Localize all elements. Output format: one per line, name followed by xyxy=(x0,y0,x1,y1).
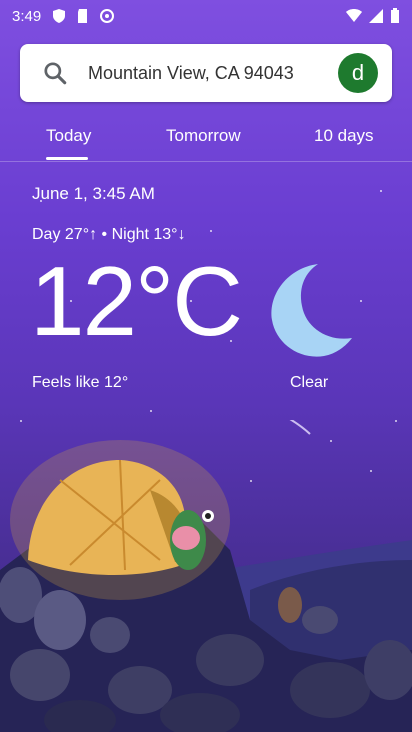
day-night-temps: Day 27°↑ • Night 13°↓ xyxy=(32,226,186,243)
tab-tomorrow[interactable]: Tomorrow xyxy=(140,110,280,162)
status-bar: 3:49 xyxy=(0,0,412,32)
battery-icon xyxy=(391,8,399,23)
status-time: 3:49 xyxy=(12,7,42,25)
feels-like: Feels like 12° xyxy=(32,374,129,391)
wifi-icon xyxy=(346,9,362,22)
account-avatar[interactable]: d xyxy=(338,53,378,93)
sync-icon xyxy=(100,9,115,23)
shield-icon xyxy=(53,9,66,23)
forecast-date: June 1, 3:45 AM xyxy=(32,184,155,203)
night-camping-illustration xyxy=(0,420,412,732)
tab-10-days-label: 10 days xyxy=(314,126,374,145)
moon-icon xyxy=(271,264,352,357)
current-temperature: 12°C xyxy=(30,246,243,356)
location-search-card[interactable]: d xyxy=(20,44,392,102)
tab-today[interactable]: Today xyxy=(0,110,140,162)
search-icon xyxy=(44,62,67,85)
tab-10-days[interactable]: 10 days xyxy=(280,110,412,162)
tabs-divider xyxy=(0,161,412,162)
location-search-input[interactable] xyxy=(86,61,338,85)
forecast-tabs: Today Tomorrow 10 days xyxy=(0,110,412,162)
sd-card-icon xyxy=(78,9,88,23)
tab-today-label: Today xyxy=(46,126,92,145)
weather-condition: Clear xyxy=(290,374,329,391)
signal-icon xyxy=(369,9,383,23)
tab-tomorrow-label: Tomorrow xyxy=(166,126,241,145)
tab-selected-indicator xyxy=(46,157,88,160)
